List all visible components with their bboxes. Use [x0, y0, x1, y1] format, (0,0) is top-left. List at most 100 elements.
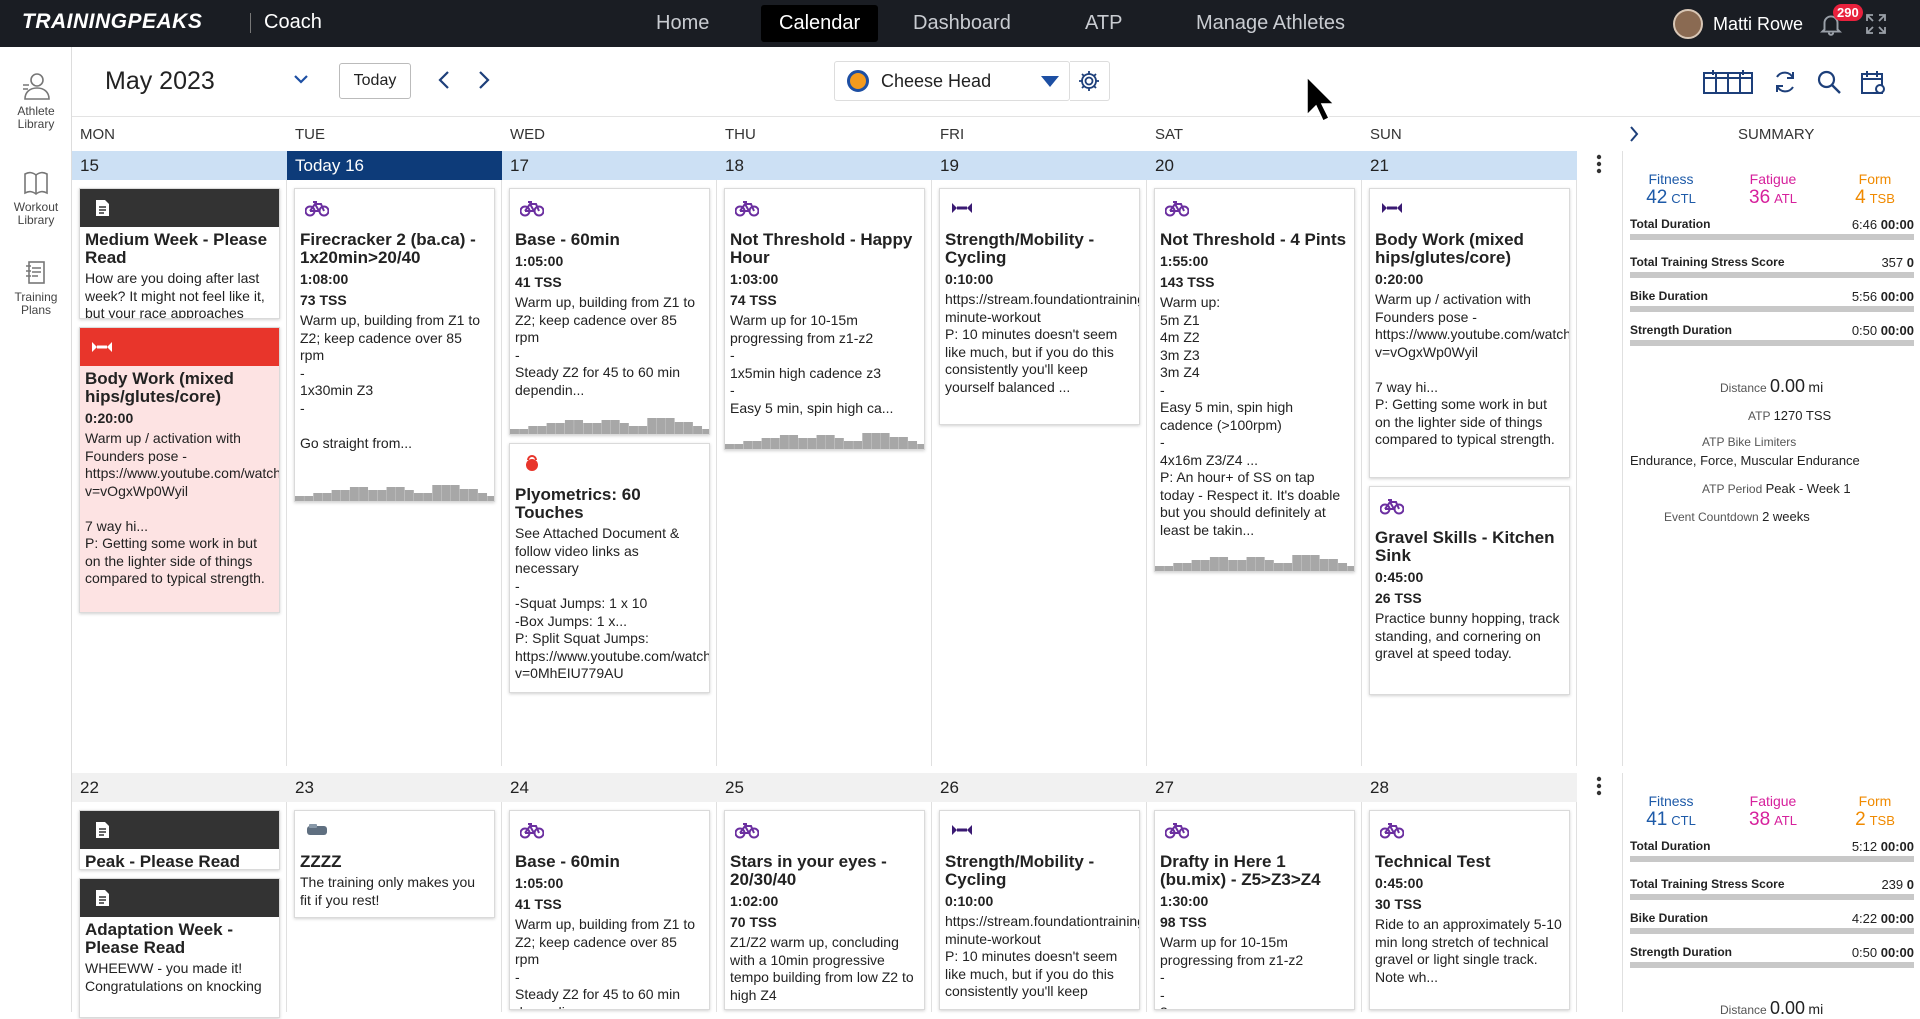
date-label: 25	[717, 773, 932, 802]
card-header	[940, 189, 1139, 227]
summary-row-bar	[1630, 856, 1914, 862]
summary-distance: Distance 0.00 mi	[1720, 998, 1823, 1019]
workout-card[interactable]: Not Threshold - 4 Pints 1:55:00 143 TSS War…	[1154, 188, 1355, 572]
workout-card[interactable]: Stars in your eyes - 20/30/40 1:02:00 70 T…	[724, 810, 925, 1010]
search-icon[interactable]	[1816, 69, 1842, 95]
workout-card[interactable]: Plyometrics: 60 Touches See Attached Docu…	[509, 443, 710, 693]
card-header	[1370, 189, 1569, 227]
day-column: 26 Strength/Mobility - Cycling 0:10:00 http…	[932, 773, 1147, 1012]
workout-card[interactable]: Strength/Mobility - Cycling 0:10:00 https:…	[939, 188, 1140, 425]
nav-home[interactable]: Home	[638, 5, 727, 42]
nav-manage-athletes[interactable]: Manage Athletes	[1178, 5, 1363, 42]
calendar-settings-icon[interactable]	[1860, 69, 1888, 97]
date-label: 17	[502, 151, 717, 180]
card-title: Peak - Please Read	[85, 852, 240, 870]
workout-card[interactable]: Not Threshold - Happy Hour 1:03:00 74 TSS W…	[724, 188, 925, 450]
card-header	[1370, 811, 1569, 849]
date-label: 23	[287, 773, 502, 802]
next-arrow-icon[interactable]	[478, 71, 490, 89]
summary-row: Bike Duration 5:56 00:00	[1630, 289, 1914, 312]
fitness-value-row: 42 CTL	[1643, 187, 1699, 209]
workout-card[interactable]: Technical Test 0:45:00 30 TSS Ride to an ap…	[1369, 810, 1570, 1010]
card-tss: 143 TSS	[1160, 274, 1215, 290]
summary-row-bar	[1630, 234, 1914, 240]
workout-card[interactable]: Peak - Please Read	[79, 810, 280, 870]
previous-arrow-icon[interactable]	[438, 71, 450, 89]
workout-card[interactable]: Adaptation Week - Please Read WHEEWW - yo…	[79, 878, 280, 1018]
product-label: Coach	[264, 11, 322, 33]
fatigue-unit: ATL	[1774, 191, 1797, 206]
summary-row-label: Bike Duration	[1630, 911, 1709, 925]
nav-dashboard[interactable]: Dashboard	[895, 5, 1029, 42]
card-header	[80, 811, 279, 849]
summary-value-planned: 357	[1881, 255, 1904, 270]
workout-card[interactable]: Drafty in Here 1 (bu.mix) - Z5>Z3>Z4 1:30…	[1154, 810, 1355, 1010]
workout-card[interactable]: Body Work (mixed hips/glutes/core) 0:20:0…	[1369, 188, 1570, 478]
summary-row-label: Bike Duration	[1630, 289, 1709, 303]
summary-row-value: 239 0	[1881, 877, 1914, 892]
user-menu[interactable]: Matti Rowe	[1673, 9, 1803, 39]
pmc-fatigue: Fatigue 38 ATL	[1745, 793, 1801, 831]
workout-card[interactable]: Body Work (mixed hips/glutes/core) 0:20:0…	[79, 327, 280, 613]
athlete-library-icon	[23, 73, 50, 100]
atp-bike-limiters-value: Endurance, Force, Muscular Endurance	[1630, 453, 1860, 468]
form-value-row: 2 TSB	[1847, 809, 1903, 831]
card-description: Warm up, building from Z1 to Z2; keep ca…	[300, 312, 480, 451]
card-title: Body Work (mixed hips/glutes/core)	[85, 369, 234, 406]
summary-row: Total Duration 5:12 00:00	[1630, 839, 1914, 862]
rail-label-athlete-library: Athlete Library	[17, 104, 55, 131]
pmc-fitness: Fitness 42 CTL	[1643, 171, 1699, 209]
card-description: Warm up for 10-15m progressing from z1-z…	[730, 312, 894, 416]
card-description: Z1/Z2 warm up, concluding with a 10min p…	[730, 934, 914, 1003]
summary-row-label: Total Duration	[1630, 217, 1711, 231]
trainingpeaks-logo[interactable]: TRAININGPEAKS	[22, 10, 202, 34]
workout-library-icon	[24, 171, 48, 195]
card-tss: 26 TSS	[1375, 590, 1422, 606]
day-column: 15 Medium Week - Please Read How are you d…	[72, 151, 287, 766]
athlete-selector[interactable]: Cheese Head	[834, 61, 1070, 101]
card-duration: 0:10:00	[945, 271, 994, 287]
card-description: Warm up, building from Z1 to Z2; keep ca…	[515, 916, 695, 1009]
fullscreen-icon[interactable]	[1864, 12, 1888, 36]
nav-calendar[interactable]: Calendar	[761, 5, 879, 42]
workout-profile-graph	[510, 418, 709, 434]
fitness-value: 41	[1646, 809, 1668, 830]
summary-row-value: 0:50 00:00	[1852, 323, 1914, 338]
workout-card[interactable]: Firecracker 2 (ba.ca) - 1x20min>20/40 1:0…	[294, 188, 495, 502]
athlete-library-button[interactable]: Athlete Library	[0, 71, 72, 131]
month-title[interactable]: May 2023	[105, 67, 215, 96]
dumbbell-icon	[952, 825, 972, 835]
summary-row-label: Total Duration	[1630, 839, 1711, 853]
workout-card[interactable]: Gravel Skills - Kitchen Sink 0:45:00 26 TS…	[1369, 486, 1570, 695]
week-options-icon[interactable]	[1596, 154, 1602, 174]
logo-separator	[250, 13, 251, 33]
summary-row-label: Total Training Stress Score	[1630, 877, 1785, 891]
summary-value-planned: 0:50	[1851, 945, 1878, 960]
workout-library-button[interactable]: Workout Library	[0, 169, 72, 227]
workout-card[interactable]: Base - 60min 1:05:00 41 TSS Warm up, buildi…	[509, 810, 710, 1010]
atp-tss: ATP 1270 TSS	[1748, 408, 1831, 423]
summary-row: Total Training Stress Score 357 0	[1630, 255, 1914, 278]
distance-value: 0.00	[1770, 376, 1806, 396]
card-header	[510, 189, 709, 227]
chevron-down-icon[interactable]	[294, 75, 308, 84]
summary-row: Total Duration 6:46 00:00	[1630, 217, 1914, 240]
day-header-tue: TUE	[295, 126, 325, 143]
athlete-settings-button[interactable]	[1070, 61, 1110, 101]
workout-card[interactable]: Strength/Mobility - Cycling 0:10:00 https:…	[939, 810, 1140, 1010]
day-column: 23 ZZZZ The training only makes you fit if…	[287, 773, 502, 1012]
workout-card[interactable]: Medium Week - Please Read How are you doi…	[79, 188, 280, 319]
calendar-view-icon[interactable]	[1703, 69, 1753, 95]
training-plans-button[interactable]: Training Plans	[0, 259, 72, 317]
summary-row-label: Total Training Stress Score	[1630, 255, 1785, 269]
summary-row-bar	[1630, 894, 1914, 900]
week-options-icon[interactable]	[1596, 776, 1602, 796]
refresh-icon[interactable]	[1772, 69, 1798, 95]
workout-card[interactable]: ZZZZ The training only makes you fit if y…	[294, 810, 495, 918]
collapse-summary-icon[interactable]	[1629, 126, 1639, 142]
today-button[interactable]: Today	[339, 63, 411, 99]
nav-atp[interactable]: ATP	[1067, 5, 1140, 42]
fatigue-label: Fatigue	[1749, 793, 1797, 809]
workout-card[interactable]: Base - 60min 1:05:00 41 TSS Warm up, buildi…	[509, 188, 710, 435]
summary-row-bar	[1630, 272, 1914, 278]
